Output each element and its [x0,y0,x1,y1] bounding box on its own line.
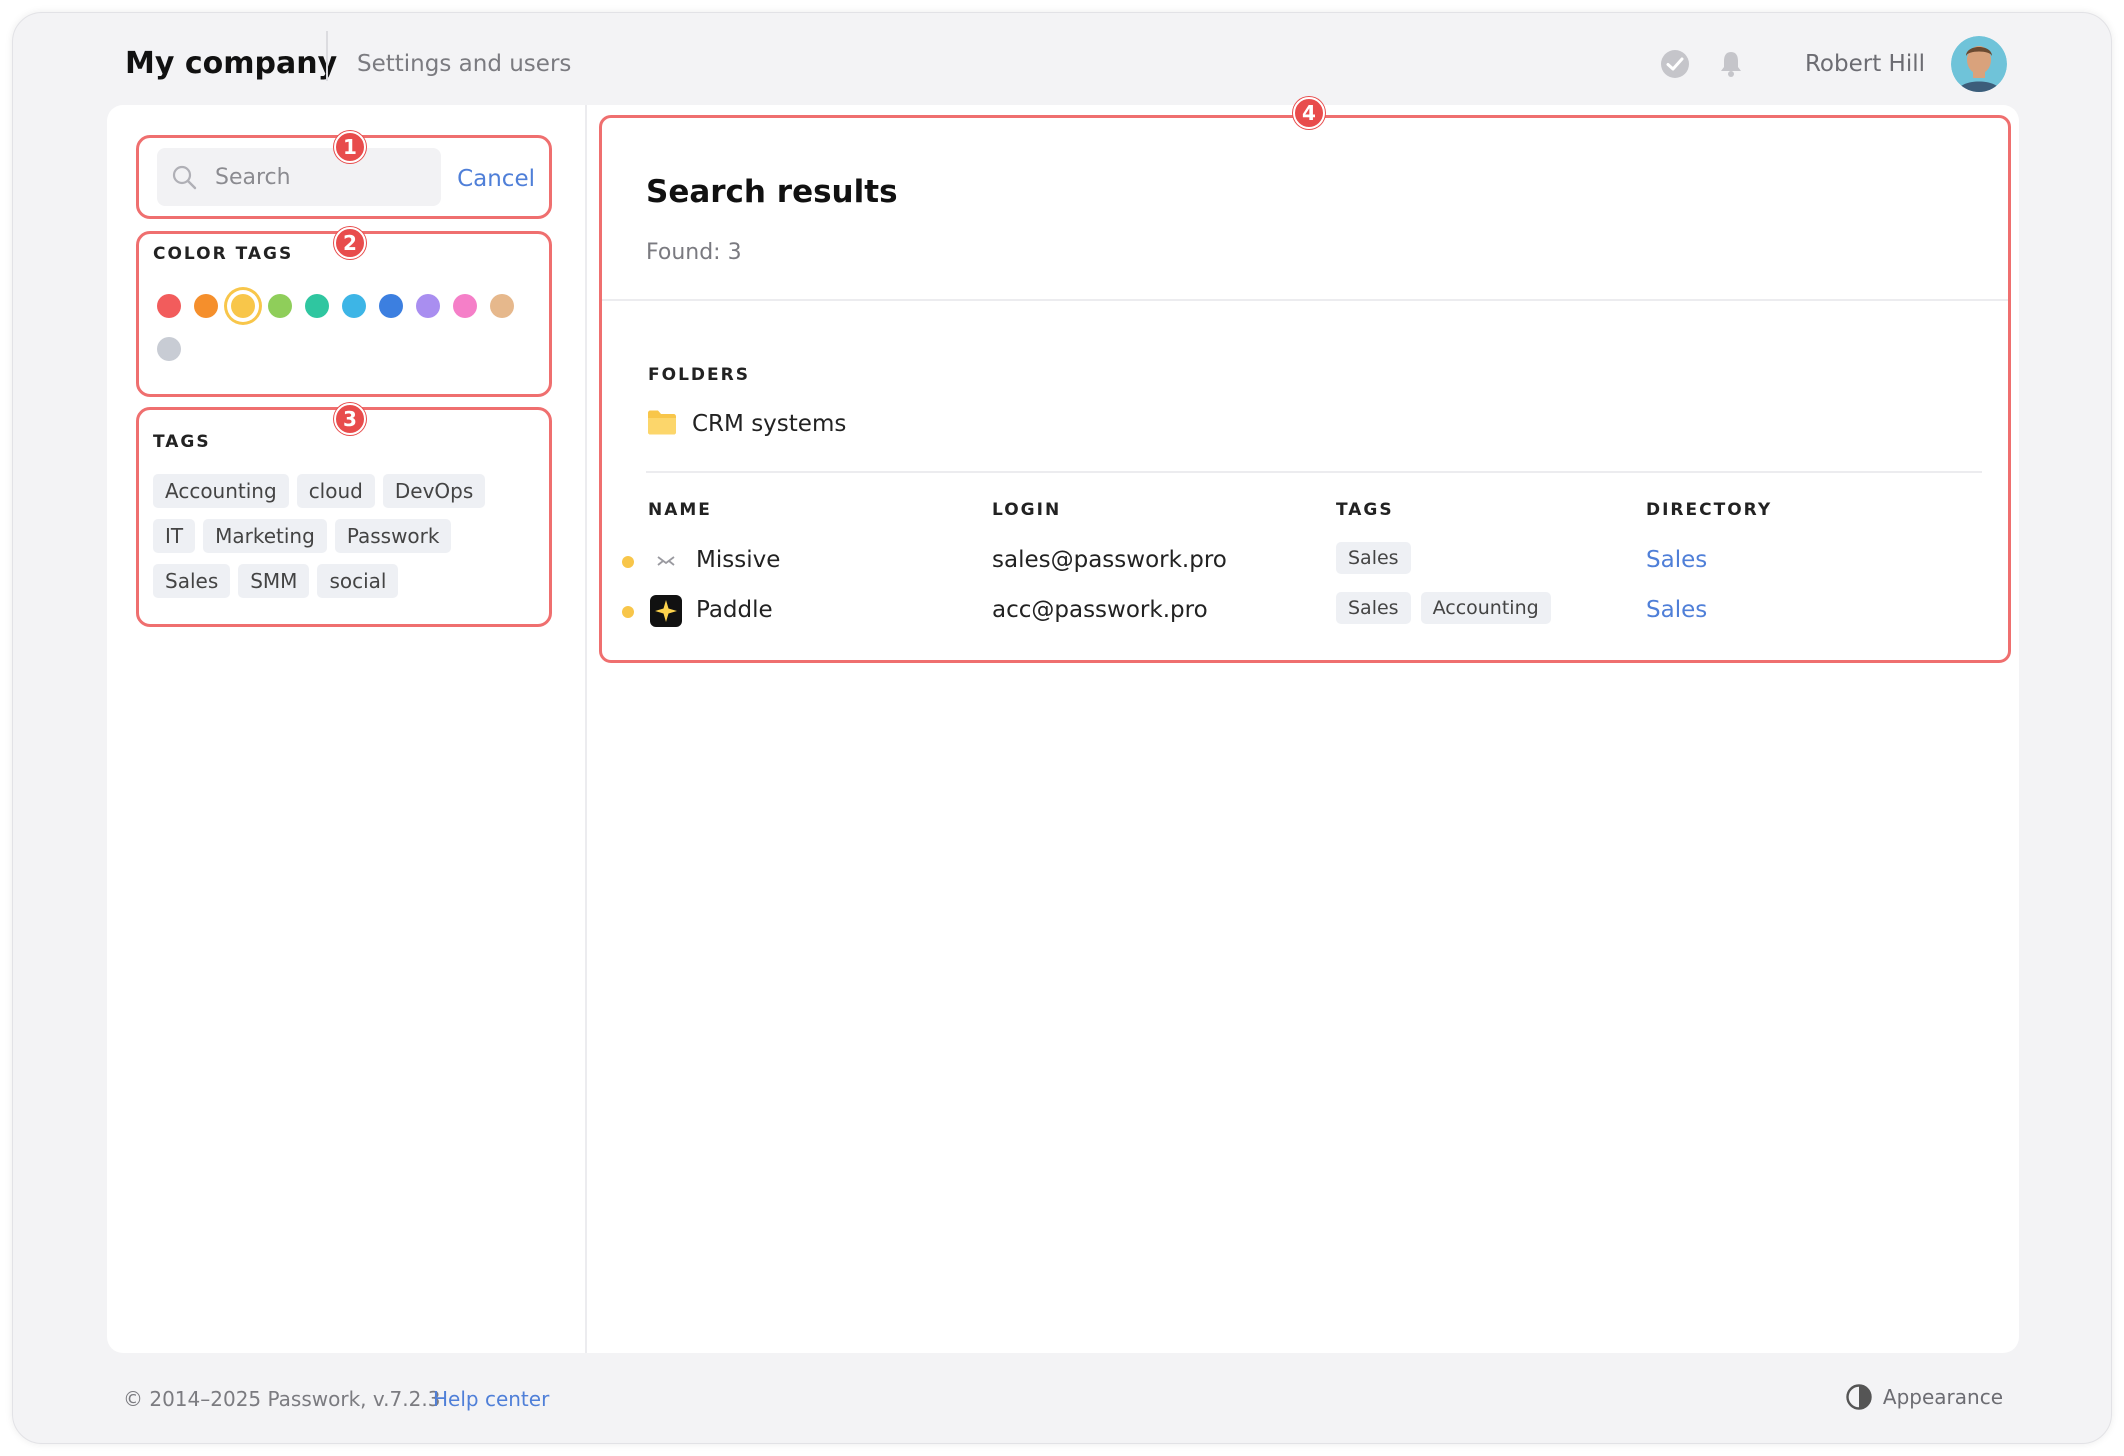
color-tag-list [153,284,533,370]
color-tag-dot[interactable] [453,294,477,318]
color-tag-dot[interactable] [194,294,218,318]
row-tag-chip[interactable]: Sales [1336,592,1411,624]
tag-list: Accounting cloud DevOps IT Marketing Passwork… [153,474,533,609]
settings-and-users-link[interactable]: Settings and users [357,39,571,89]
cancel-button[interactable]: Cancel [457,166,535,192]
search-field[interactable] [157,148,441,206]
tag-chip[interactable]: DevOps [382,474,486,508]
row-tags: Sales Accounting [1336,592,1561,624]
row-color-dot [622,556,634,568]
company-title: My company [125,46,338,81]
color-tag-dot[interactable] [268,294,292,318]
found-count: Found: 3 [646,240,742,265]
column-header-login[interactable]: LOGIN [992,500,1061,520]
tags-section: TAGS Accounting cloud DevOps IT Marketing Pas… [136,407,552,627]
search-results-panel: Search results Found: 3 FOLDERS CRM syst… [599,115,2011,663]
row-login[interactable]: sales@passwork.pro [992,547,1227,573]
tag-chip[interactable]: Accounting [153,474,289,508]
header-divider [326,31,328,81]
avatar[interactable] [1951,36,2007,92]
callout-4: 4 [1293,97,1325,129]
row-color-dot [622,606,634,618]
check-circle-icon[interactable] [1657,46,1693,82]
missive-logo-icon [650,545,682,577]
search-icon [171,161,203,193]
tag-chip[interactable]: IT [153,519,196,553]
table-row[interactable]: Missive sales@passwork.pro Sales Sales [602,536,2008,586]
main-card: Cancel COLOR TAGS TAGS AccountingcloudDe… [107,97,2019,1353]
bell-icon[interactable] [1713,46,1749,82]
tag-chip[interactable]: social [317,564,399,598]
folders-label: FOLDERS [648,365,750,385]
tag-chip[interactable]: Sales [153,564,231,598]
column-header-directory[interactable]: DIRECTORY [1646,500,1772,520]
row-name[interactable]: Paddle [696,597,773,623]
row-tags: Sales [1336,542,1421,574]
results-header-divider [602,299,2008,301]
search-input[interactable] [215,164,435,190]
user-name[interactable]: Robert Hill [1805,51,1925,77]
row-directory-link[interactable]: Sales [1646,597,1707,623]
color-tag-dot[interactable] [231,294,255,318]
results-title: Search results [646,174,898,210]
color-tag-dot[interactable] [305,294,329,318]
row-name[interactable]: Missive [696,547,780,573]
footer-copyright: © 2014–2025 Passwork, v.7.2.3 [123,1387,441,1411]
color-tag-dot[interactable] [342,294,366,318]
callout-3: 3 [334,403,366,435]
table-row[interactable]: Paddle acc@passwork.pro Sales Accounting Sal… [602,586,2008,636]
contrast-icon [1845,1383,1873,1411]
color-tags-label: COLOR TAGS [153,244,294,264]
color-tag-dot[interactable] [157,294,181,318]
row-tag-chip[interactable]: Accounting [1420,592,1551,624]
color-tag-dot[interactable] [379,294,403,318]
column-header-tags[interactable]: TAGS [1336,500,1394,520]
tag-chip[interactable]: cloud [296,474,375,508]
tag-chip[interactable]: Passwork [334,519,452,553]
color-tag-dot[interactable] [490,294,514,318]
appearance-label: Appearance [1882,1385,2003,1409]
tags-label: TAGS [153,432,211,452]
header-user-area: Robert Hill [1657,33,2007,95]
column-header-name[interactable]: NAME [648,500,712,520]
row-tag-chip[interactable]: Sales [1336,542,1411,574]
folder-name: CRM systems [692,411,847,437]
row-directory-link[interactable]: Sales [1646,547,1707,573]
callout-1: 1 [334,131,366,163]
appearance-button[interactable]: Appearance [1845,1383,2003,1411]
color-tag-dot[interactable] [416,294,440,318]
app-window: My company Settings and users Robert Hil… [12,12,2112,1444]
tag-chip[interactable]: SMM [238,564,310,598]
row-login[interactable]: acc@passwork.pro [992,597,1208,623]
tag-chip[interactable]: Marketing [203,519,327,553]
panel-divider [585,105,587,1353]
folder-icon [646,408,678,440]
paddle-logo-icon [650,595,682,627]
callout-2: 2 [334,227,366,259]
help-center-link[interactable]: Help center [433,1387,549,1411]
color-tag-dot[interactable] [157,337,181,361]
folder-item[interactable]: CRM systems [646,408,846,440]
folders-divider [646,471,1982,473]
